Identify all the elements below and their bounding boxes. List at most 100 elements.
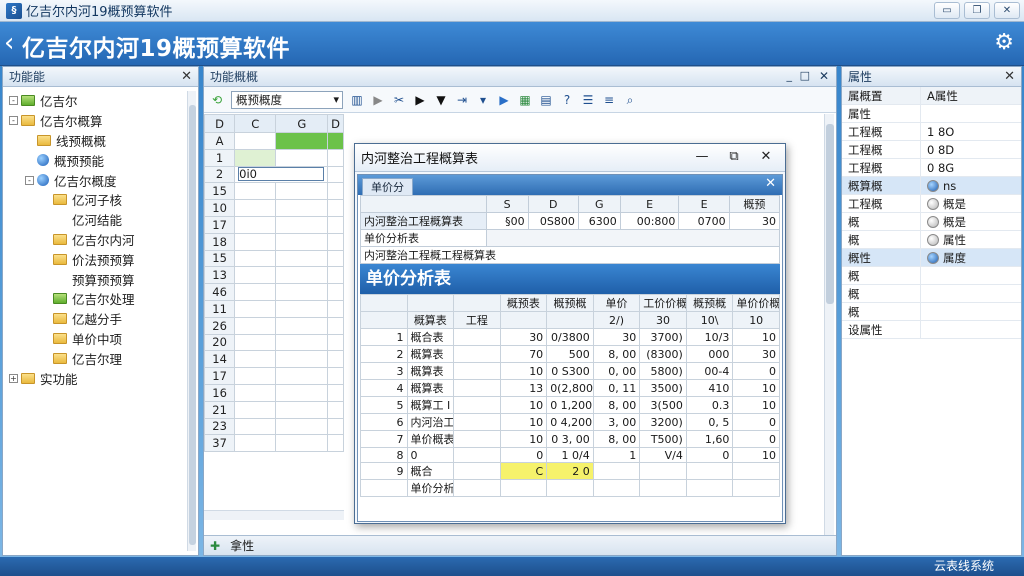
restore-button[interactable]: ❐ [964, 2, 990, 19]
sheet-cell[interactable] [275, 249, 329, 268]
add-icon[interactable]: ✚ [210, 539, 220, 553]
property-value[interactable]: 0 8D [920, 141, 1021, 158]
row-header[interactable]: 20 [204, 333, 236, 352]
refresh-icon[interactable]: ⟲ [210, 93, 224, 107]
sheet-cell[interactable] [275, 316, 329, 335]
sheet-cell[interactable] [327, 299, 344, 318]
sheet-cell[interactable] [327, 350, 344, 369]
property-row[interactable]: 概 [842, 285, 1021, 303]
property-value[interactable]: 属度 [920, 249, 1021, 266]
sheet-cell[interactable] [234, 299, 277, 318]
property-value[interactable] [920, 105, 1021, 122]
sheet-cell[interactable] [234, 383, 277, 402]
cut-icon[interactable]: ✂ [392, 93, 406, 107]
sheet-cell[interactable] [327, 367, 344, 385]
property-value[interactable]: A属性 [920, 87, 1021, 104]
minimize-icon[interactable]: _ [787, 69, 793, 82]
property-row[interactable]: 工程概 1 8O [842, 123, 1021, 141]
sheet-cell[interactable] [234, 434, 277, 453]
sheet-cell[interactable] [234, 132, 277, 150]
sheet-cell[interactable] [275, 333, 329, 352]
row-header[interactable]: 15 [204, 182, 236, 201]
row-header[interactable]: A [204, 132, 236, 150]
row-header[interactable]: 13 [204, 266, 236, 285]
step-icon[interactable]: ⇥ [455, 93, 469, 107]
sheet-cell[interactable] [327, 333, 344, 352]
row-header[interactable]: 2 [204, 165, 236, 184]
sheet-icon[interactable]: ▤ [539, 93, 553, 107]
property-row[interactable]: 工程概 概是 [842, 195, 1021, 213]
row-header[interactable]: 10 [204, 199, 236, 217]
spreadsheet-grid[interactable]: D C G D A 1 2 0i0 15 10 17 18 15 13 46 11 26 20 14 17 16 21 23… [204, 114, 344, 510]
main-vscroll[interactable] [824, 114, 834, 544]
sheet-cell[interactable] [234, 266, 277, 285]
property-row[interactable]: 工程概 0 8D [842, 141, 1021, 159]
property-value[interactable]: 1 8O [920, 123, 1021, 140]
property-value[interactable] [920, 267, 1021, 284]
close-icon[interactable]: ✕ [819, 69, 829, 83]
sheet-cell[interactable] [327, 199, 344, 217]
sheet-cell[interactable] [234, 199, 277, 217]
collapse-icon[interactable]: - [25, 175, 34, 185]
sheet-cell[interactable] [275, 182, 329, 201]
property-value[interactable]: ns [920, 177, 1021, 194]
sheet-cell[interactable] [234, 182, 277, 201]
row-header[interactable]: 17 [204, 367, 236, 385]
property-value[interactable]: 0 8G [920, 159, 1021, 176]
sheet-cell[interactable] [275, 148, 329, 167]
row-header[interactable]: 14 [204, 350, 236, 369]
property-row[interactable]: 概 属性 [842, 231, 1021, 249]
sheet-cell[interactable] [327, 283, 344, 301]
maximize-icon[interactable]: □ [800, 69, 810, 82]
row-header[interactable]: 26 [204, 316, 236, 335]
tree-item[interactable]: - 亿吉尔 [3, 91, 198, 111]
sheet-cell[interactable] [234, 417, 277, 436]
property-row[interactable]: 概 概是 [842, 213, 1021, 231]
sheet-cell[interactable] [275, 283, 329, 301]
property-row[interactable]: 概算概 ns [842, 177, 1021, 195]
sheet-cell[interactable] [327, 182, 344, 201]
property-row[interactable]: 概 [842, 303, 1021, 321]
run-icon[interactable]: ▶ [497, 93, 511, 107]
sheet-cell[interactable] [275, 266, 329, 285]
sheet-cell[interactable] [275, 367, 329, 385]
tree-item[interactable]: 亿河结能 [3, 210, 198, 230]
sheet-cell[interactable] [234, 215, 277, 234]
zoom-icon[interactable]: ⌕ [623, 93, 637, 107]
property-value[interactable]: 属性 [920, 231, 1021, 248]
property-row[interactable]: 工程概 0 8G [842, 159, 1021, 177]
property-row[interactable]: 属性 [842, 105, 1021, 123]
tree-item[interactable]: 亿吉尔内河 [3, 230, 198, 250]
dialog-close-button[interactable]: ✕ [753, 147, 779, 167]
column-header[interactable]: C [234, 114, 277, 133]
row-header[interactable]: 17 [204, 215, 236, 234]
sheet-cell[interactable] [327, 266, 344, 285]
sheet-cell[interactable] [234, 367, 277, 385]
column-header[interactable]: G [275, 114, 329, 133]
tree-item[interactable]: 价法预预算 [3, 249, 198, 269]
sheet-cell[interactable] [275, 434, 329, 453]
sheet-cell[interactable] [327, 215, 344, 234]
property-row[interactable]: 设属性 [842, 321, 1021, 339]
table-icon[interactable]: ▥ [350, 93, 364, 107]
arrow-down-icon[interactable]: ▾ [476, 93, 490, 107]
tree-item[interactable]: 概预预能 [3, 150, 198, 170]
sheet-cell[interactable] [327, 232, 344, 251]
property-row[interactable]: 概 [842, 267, 1021, 285]
tree-item[interactable]: 亿吉尔处理 [3, 289, 198, 309]
sheet-cell[interactable] [275, 299, 329, 318]
row-header[interactable]: 23 [204, 417, 236, 436]
sheet-cell[interactable] [327, 148, 344, 167]
row-header[interactable]: 1 [204, 148, 236, 167]
tree-item[interactable]: - 亿吉尔概度 [3, 170, 198, 190]
close-icon[interactable]: ✕ [765, 176, 776, 191]
tree-item[interactable]: 亿河子核 [3, 190, 198, 210]
dialog-minimize-button[interactable]: — [689, 147, 715, 167]
row-header[interactable]: 37 [204, 434, 236, 453]
property-row[interactable]: 属概置 A属性 [842, 87, 1021, 105]
sheet-cell[interactable] [275, 132, 329, 150]
help-icon[interactable]: ? [560, 93, 574, 107]
property-row[interactable]: 概性 属度 [842, 249, 1021, 267]
sheet-cell[interactable] [275, 350, 329, 369]
sheet-cell[interactable] [234, 316, 277, 335]
